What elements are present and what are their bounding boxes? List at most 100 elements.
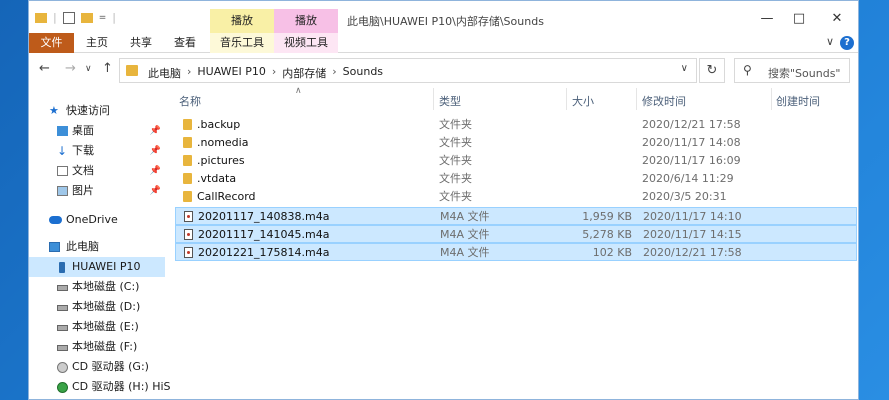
drive-icon <box>57 325 68 331</box>
star-icon: ★ <box>49 104 59 117</box>
crumb-storage[interactable]: 内部存储 <box>282 65 326 81</box>
column-name[interactable]: 名称 <box>179 93 201 109</box>
cloud-icon <box>49 216 62 224</box>
audio-file-icon <box>184 211 193 222</box>
pin-icon[interactable]: 📌 <box>150 141 161 161</box>
file-name: 20201117_140838.m4a <box>198 210 330 223</box>
context-tab-music[interactable]: 播放 <box>210 9 274 33</box>
nav-item-documents[interactable]: 文档 📌 <box>29 161 165 181</box>
file-size: 5,278 KB <box>582 228 632 241</box>
file-type: 文件夹 <box>439 154 472 167</box>
address-dropdown-icon[interactable]: ∨ <box>681 63 688 74</box>
tab-share[interactable]: 共享 <box>123 33 159 53</box>
nav-item-pictures[interactable]: 图片 📌 <box>29 181 165 201</box>
quick-access-toolbar: | = | <box>35 11 116 24</box>
audio-file-icon <box>184 247 193 258</box>
properties-icon[interactable] <box>62 11 75 24</box>
file-row[interactable]: 20201117_140838.m4a M4A 文件 1,959 KB 2020… <box>175 207 857 225</box>
nav-item-drive-d[interactable]: 本地磁盘 (D:) <box>29 297 165 317</box>
column-header: ∧ 名称 类型 大小 修改时间 创建时间 <box>175 86 860 112</box>
phone-icon <box>59 262 65 273</box>
column-divider[interactable] <box>771 88 772 110</box>
close-button[interactable]: ✕ <box>819 7 855 31</box>
file-row[interactable]: .backup 文件夹 2020/12/21 17:58 <box>175 116 857 134</box>
context-tab-video[interactable]: 播放 <box>274 9 338 33</box>
nav-item-cd-h[interactable]: CD 驱动器 (H:) HiS <box>29 377 171 397</box>
file-row[interactable]: 20201221_175814.m4a M4A 文件 102 KB 2020/1… <box>175 243 857 261</box>
column-type[interactable]: 类型 <box>439 93 461 109</box>
nav-item-onedrive[interactable]: OneDrive <box>29 210 165 230</box>
tab-home[interactable]: 主页 <box>79 33 115 53</box>
forward-button[interactable]: → <box>65 61 76 76</box>
file-row[interactable]: .vtdata 文件夹 2020/6/14 11:29 <box>175 170 857 188</box>
nav-item-quick-access[interactable]: ★ 快速访问 <box>29 101 165 121</box>
pin-icon[interactable]: 📌 <box>150 161 161 181</box>
file-modified: 2020/11/17 16:09 <box>642 154 741 167</box>
nav-item-desktop[interactable]: 桌面 📌 <box>29 121 165 141</box>
window-title: 此电脑\HUAWEI P10\内部存储\Sounds <box>347 15 544 28</box>
nav-item-drive-c[interactable]: 本地磁盘 (C:) <box>29 277 165 297</box>
sort-ascending-icon: ∧ <box>295 86 302 96</box>
file-row[interactable]: CallRecord 文件夹 2020/3/5 20:31 <box>175 188 857 206</box>
file-row[interactable]: 20201117_141045.m4a M4A 文件 5,278 KB 2020… <box>175 225 857 243</box>
tab-view[interactable]: 查看 <box>167 33 203 53</box>
drive-icon <box>57 285 68 291</box>
column-divider[interactable] <box>433 88 434 110</box>
maximize-button[interactable]: □ <box>781 7 817 31</box>
crumb-sounds[interactable]: Sounds <box>343 65 383 81</box>
breadcrumb: 此电脑 › HUAWEI P10 › 内部存储 › Sounds <box>148 65 383 81</box>
cd-icon <box>57 382 68 393</box>
ribbon-expand-icon[interactable]: ∨ <box>826 35 834 48</box>
minimize-button[interactable]: — <box>749 7 785 31</box>
address-bar[interactable]: 此电脑 › HUAWEI P10 › 内部存储 › Sounds ∨ <box>119 58 697 83</box>
file-row[interactable]: .pictures 文件夹 2020/11/17 16:09 <box>175 152 857 170</box>
file-type: M4A 文件 <box>440 228 490 241</box>
help-icon[interactable]: ? <box>840 36 854 50</box>
search-box[interactable]: ⚲ 搜索"Sounds" <box>734 58 850 83</box>
pin-icon[interactable]: 📌 <box>150 121 161 141</box>
tab-video-tools[interactable]: 视频工具 <box>274 33 338 53</box>
column-divider[interactable] <box>566 88 567 110</box>
navigation-pane: ★ 快速访问 桌面 📌 ↓ 下载 📌 文档 📌 图片 📌 OneDrive 此电… <box>29 96 171 400</box>
qat-dropdown-icon[interactable]: = <box>99 13 107 23</box>
new-folder-icon[interactable] <box>80 12 93 23</box>
search-input[interactable]: 搜索"Sounds" <box>768 65 841 81</box>
column-size[interactable]: 大小 <box>572 93 594 109</box>
pin-icon[interactable]: 📌 <box>150 181 161 201</box>
back-button[interactable]: ← <box>39 61 50 76</box>
folder-icon[interactable] <box>35 12 47 23</box>
crumb-this-pc[interactable]: 此电脑 <box>148 65 181 81</box>
nav-item-huawei-p10[interactable]: HUAWEI P10 <box>29 257 165 277</box>
tab-music-tools[interactable]: 音乐工具 <box>210 33 274 53</box>
file-row[interactable]: .nomedia 文件夹 2020/11/17 14:08 <box>175 134 857 152</box>
nav-item-drive-f[interactable]: 本地磁盘 (F:) <box>29 337 165 357</box>
explorer-window: | = | 播放 播放 此电脑\HUAWEI P10\内部存储\Sounds —… <box>28 0 859 400</box>
nav-item-downloads[interactable]: ↓ 下载 📌 <box>29 141 165 161</box>
column-modified[interactable]: 修改时间 <box>642 93 686 109</box>
column-divider[interactable] <box>636 88 637 110</box>
file-list: ∧ 名称 类型 大小 修改时间 创建时间 .backup 文件夹 2020/12… <box>175 86 860 400</box>
recent-dropdown-icon[interactable]: ∨ <box>85 64 92 74</box>
file-name: CallRecord <box>197 190 256 203</box>
chevron-right-icon[interactable]: › <box>187 65 191 81</box>
file-name: .vtdata <box>197 172 237 185</box>
chevron-right-icon[interactable]: › <box>332 65 336 81</box>
column-created[interactable]: 创建时间 <box>776 93 820 109</box>
file-type: M4A 文件 <box>440 246 490 259</box>
file-size: 1,959 KB <box>582 210 632 223</box>
file-name: .backup <box>197 118 241 131</box>
file-name: 20201117_141045.m4a <box>198 228 330 241</box>
separator: | <box>112 11 116 24</box>
file-modified: 2020/12/21 17:58 <box>643 246 742 259</box>
file-modified: 2020/3/5 20:31 <box>642 190 727 203</box>
file-size: 102 KB <box>592 246 632 259</box>
nav-item-drive-e[interactable]: 本地磁盘 (E:) <box>29 317 165 337</box>
up-button[interactable]: ↑ <box>102 61 113 76</box>
chevron-right-icon[interactable]: › <box>272 65 276 81</box>
crumb-device[interactable]: HUAWEI P10 <box>197 65 265 81</box>
refresh-button[interactable]: ↻ <box>699 58 725 83</box>
nav-item-cd-g[interactable]: CD 驱动器 (G:) <box>29 357 165 377</box>
tab-file[interactable]: 文件 <box>29 33 74 53</box>
file-name: 20201221_175814.m4a <box>198 246 330 259</box>
nav-item-this-pc[interactable]: 此电脑 <box>29 237 165 257</box>
